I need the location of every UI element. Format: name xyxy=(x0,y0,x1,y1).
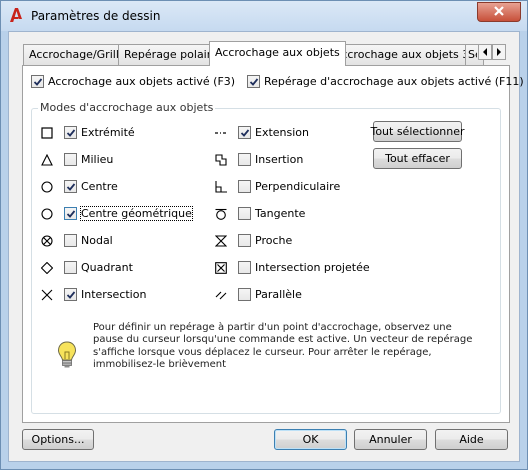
tracking-on-label: Repérage d'accrochage aux objets activé … xyxy=(264,75,524,88)
node-checkbox[interactable]: Nodal xyxy=(64,234,113,247)
apparent-intersection-label: Intersection projetée xyxy=(255,261,370,274)
checkbox-box[interactable] xyxy=(238,126,251,139)
insertion-checkbox[interactable]: Insertion xyxy=(238,153,303,166)
checkbox-box[interactable] xyxy=(238,261,251,274)
extension-label: Extension xyxy=(255,126,310,139)
tab-scroll-left-button[interactable] xyxy=(478,44,492,60)
checkbox-box[interactable] xyxy=(64,180,77,193)
endpoint-checkbox[interactable]: Extrémité xyxy=(64,126,135,139)
lightbulb-icon xyxy=(57,341,77,369)
osnap-on-label: Accrochage aux objets activé (F3) xyxy=(48,75,236,88)
quadrant-label: Quadrant xyxy=(81,261,133,274)
ok-button[interactable]: OK xyxy=(274,429,347,450)
info-text: Pour définir un repérage à partir d'un p… xyxy=(93,322,473,371)
hourglass-icon xyxy=(215,235,227,247)
tab-snap-grid[interactable]: Accrochage/Grille xyxy=(23,44,132,65)
x-icon xyxy=(41,289,53,301)
intersection-checkbox[interactable]: Intersection xyxy=(64,288,146,301)
node-label: Nodal xyxy=(81,234,113,247)
arrow-left-icon xyxy=(482,46,488,59)
select-all-button[interactable]: Tout sélectionner xyxy=(370,121,465,142)
options-button[interactable]: Options... xyxy=(22,429,94,450)
diamond-icon xyxy=(41,262,53,274)
tangent-checkbox[interactable]: Tangente xyxy=(238,207,305,220)
geometric-center-label: Centre géométrique xyxy=(80,206,193,221)
parallel-checkbox[interactable]: Parallèle xyxy=(238,288,302,301)
tab-scroll-right-button[interactable] xyxy=(492,44,506,60)
tab-object-snap[interactable]: Accrochage aux objets xyxy=(209,41,346,66)
perpendicular-checkbox[interactable]: Perpendiculaire xyxy=(238,180,340,193)
tab-polar-tracking[interactable]: Repérage polaire xyxy=(118,44,224,65)
endpoint-label: Extrémité xyxy=(81,126,135,139)
square-icon xyxy=(41,127,53,139)
circle-icon xyxy=(41,181,53,193)
tangent-label: Tangente xyxy=(255,207,306,220)
intersection-label: Intersection xyxy=(81,288,147,301)
checkbox-box[interactable] xyxy=(64,207,77,220)
tab-3d-object-snap[interactable]: Accrochage aux objets 3D xyxy=(328,44,484,65)
parallel-icon xyxy=(215,289,227,301)
checkbox-box[interactable] xyxy=(64,261,77,274)
tab-selection-partial[interactable]: Sé xyxy=(465,44,477,65)
insertion-icon xyxy=(215,154,227,166)
group-title: Modes d'accrochage aux objets xyxy=(38,101,216,114)
checkbox-box[interactable] xyxy=(64,288,77,301)
perpendicular-label: Perpendiculaire xyxy=(255,180,341,193)
nearest-checkbox[interactable]: Proche xyxy=(238,234,292,247)
triangle-icon xyxy=(41,154,53,166)
autocad-app-icon xyxy=(8,7,24,23)
node-icon xyxy=(41,235,53,247)
object-snap-panel: Accrochage aux objets activé (F3) Repéra… xyxy=(22,65,524,423)
title-bar[interactable]: Paramètres de dessin xyxy=(1,1,527,31)
circle-icon xyxy=(41,208,53,220)
insertion-label: Insertion xyxy=(255,153,304,166)
checkbox-box[interactable] xyxy=(238,288,251,301)
geometric-center-checkbox[interactable]: Centre géométrique xyxy=(64,206,193,221)
quadrant-checkbox[interactable]: Quadrant xyxy=(64,261,133,274)
checkbox-box[interactable] xyxy=(64,234,77,247)
parallel-label: Parallèle xyxy=(255,288,302,301)
tracking-on-checkbox[interactable]: Repérage d'accrochage aux objets activé … xyxy=(247,75,524,88)
dialog-client-area: Accrochage/Grille Repérage polaire Accro… xyxy=(8,31,524,462)
checkbox-box[interactable] xyxy=(64,153,77,166)
osnap-on-checkbox[interactable]: Accrochage aux objets activé (F3) xyxy=(31,75,235,88)
clear-all-button[interactable]: Tout effacer xyxy=(373,148,462,169)
dialog-window: Paramètres de dessin Accrochage/Grille R… xyxy=(0,0,528,470)
arrow-right-icon xyxy=(496,46,502,59)
midpoint-label: Milieu xyxy=(81,153,114,166)
center-label: Centre xyxy=(81,180,118,193)
extension-checkbox[interactable]: Extension xyxy=(238,126,309,139)
window-title: Paramètres de dessin xyxy=(31,9,161,23)
apparent-intersection-checkbox[interactable]: Intersection projetée xyxy=(238,261,370,274)
close-icon xyxy=(493,5,505,20)
close-button[interactable] xyxy=(477,2,521,22)
checkbox-box[interactable] xyxy=(238,180,251,193)
checkbox-box[interactable] xyxy=(31,75,44,88)
boxed-x-icon xyxy=(215,262,227,274)
checkbox-box[interactable] xyxy=(64,126,77,139)
checkbox-box[interactable] xyxy=(238,207,251,220)
checkbox-box[interactable] xyxy=(238,153,251,166)
center-checkbox[interactable]: Centre xyxy=(64,180,118,193)
dash-dot-icon xyxy=(215,127,227,139)
help-button[interactable]: Aide xyxy=(435,429,508,450)
cancel-button[interactable]: Annuler xyxy=(354,429,427,450)
tangent-icon xyxy=(215,208,227,220)
info-box: Pour définir un repérage à partir d'un p… xyxy=(57,322,477,394)
perpendicular-icon xyxy=(215,181,227,193)
checkbox-box[interactable] xyxy=(238,234,251,247)
nearest-label: Proche xyxy=(255,234,293,247)
midpoint-checkbox[interactable]: Milieu xyxy=(64,153,113,166)
checkbox-box[interactable] xyxy=(247,75,260,88)
